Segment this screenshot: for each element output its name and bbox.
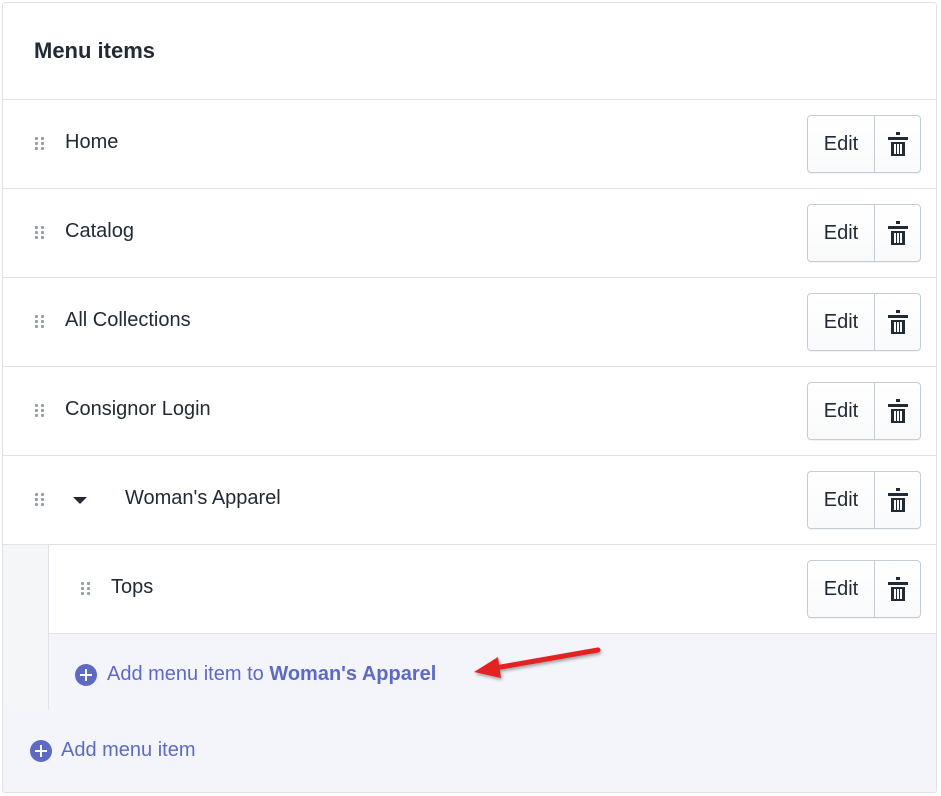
edit-button[interactable]: Edit — [808, 294, 875, 350]
drag-handle-icon[interactable] — [35, 404, 44, 418]
item-actions: Edit — [807, 560, 921, 618]
menu-item-row: Consignor Login Edit — [3, 367, 936, 456]
nested-children: Tops Edit Add menu item to Woman's Appar… — [3, 545, 936, 716]
menu-item-label: Woman's Apparel — [125, 487, 281, 509]
menu-item-label: Catalog — [65, 220, 134, 242]
menu-item-row: Catalog Edit — [3, 189, 936, 278]
add-circle-icon — [30, 740, 52, 762]
card-footer: Add menu item — [3, 710, 936, 792]
trash-icon — [887, 132, 908, 156]
trash-icon — [887, 488, 908, 512]
card-title: Menu items — [34, 38, 156, 63]
child-menu-item-row: Tops Edit — [49, 545, 936, 634]
item-actions: Edit — [807, 382, 921, 440]
delete-button[interactable] — [875, 205, 920, 261]
edit-button[interactable]: Edit — [808, 383, 875, 439]
trash-icon — [887, 399, 908, 423]
menu-item-row-expanded: Woman's Apparel Edit — [3, 456, 936, 545]
menu-item-label: Home — [65, 131, 119, 153]
trash-icon — [887, 577, 908, 601]
edit-button[interactable]: Edit — [808, 116, 875, 172]
delete-button[interactable] — [875, 561, 920, 617]
add-menu-item-link[interactable]: Add menu item — [61, 739, 196, 762]
trash-icon — [887, 221, 908, 245]
drag-handle-icon[interactable] — [35, 137, 44, 151]
edit-button[interactable]: Edit — [808, 472, 875, 528]
menu-item-row: All Collections Edit — [3, 278, 936, 367]
edit-button[interactable]: Edit — [808, 561, 875, 617]
delete-button[interactable] — [875, 383, 920, 439]
nested-list: Tops Edit Add menu item to Woman's Appar… — [48, 545, 936, 715]
delete-button[interactable] — [875, 294, 920, 350]
drag-handle-icon[interactable] — [35, 493, 44, 507]
annotation-arrow-icon — [474, 647, 601, 678]
item-actions: Edit — [807, 204, 921, 262]
item-actions: Edit — [807, 471, 921, 529]
drag-handle-icon[interactable] — [35, 315, 44, 329]
delete-button[interactable] — [875, 116, 920, 172]
menu-item-label: Tops — [111, 576, 154, 598]
item-actions: Edit — [807, 293, 921, 351]
menu-item-label: All Collections — [65, 309, 191, 331]
caret-down-icon[interactable] — [73, 497, 87, 504]
menu-item-label: Consignor Login — [65, 398, 211, 420]
add-submenu-link[interactable]: Add menu item to Woman's Apparel — [107, 663, 436, 686]
trash-icon — [887, 310, 908, 334]
drag-handle-icon[interactable] — [81, 582, 90, 596]
card-header: Menu items — [3, 3, 936, 100]
edit-button[interactable]: Edit — [808, 205, 875, 261]
add-submenu-parent: Woman's Apparel — [269, 663, 437, 685]
delete-button[interactable] — [875, 472, 920, 528]
drag-handle-icon[interactable] — [35, 226, 44, 240]
add-submenu-prefix: Add menu item to — [107, 663, 270, 685]
add-circle-icon — [75, 664, 97, 686]
item-actions: Edit — [807, 115, 921, 173]
menu-item-row: Home Edit — [3, 100, 936, 189]
